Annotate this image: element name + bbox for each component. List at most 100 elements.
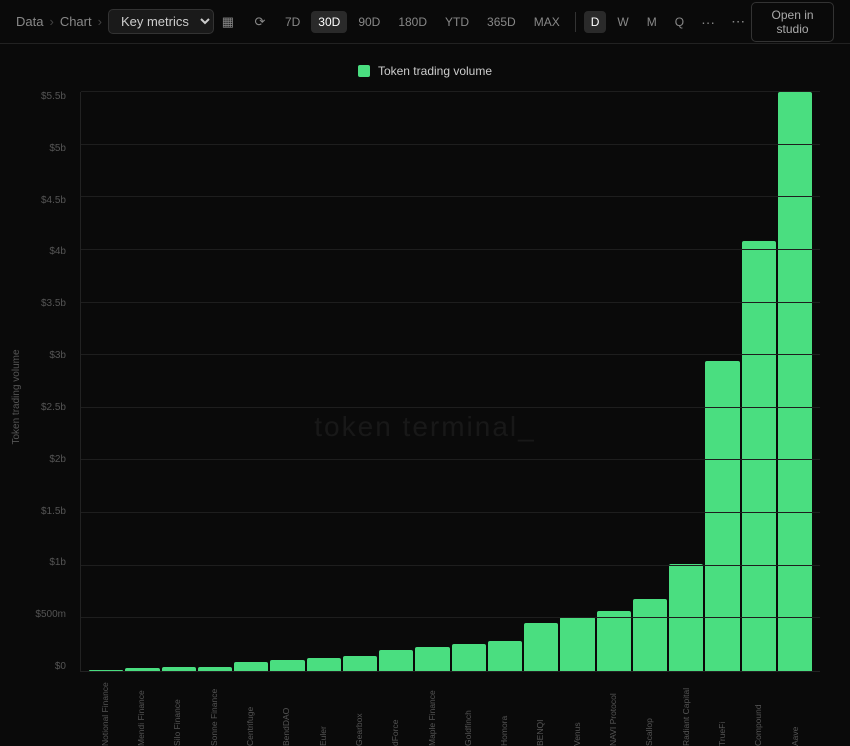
x-axis-label: Silo Finance [173, 676, 182, 746]
gran-m[interactable]: M [640, 11, 664, 33]
x-axis-label: Centrifuge [246, 676, 255, 746]
bar[interactable] [343, 656, 377, 671]
key-metrics-select[interactable]: Key metrics [108, 9, 214, 34]
history-icon[interactable]: ⟳ [246, 8, 274, 36]
period-365d[interactable]: 365D [480, 11, 523, 33]
breadcrumb-sep1: › [49, 14, 53, 29]
bar-wrapper [307, 92, 341, 671]
period-7d[interactable]: 7D [278, 11, 307, 33]
x-label-wrapper: NAVI Protocol [596, 676, 630, 746]
bar[interactable] [379, 650, 413, 671]
bar-wrapper [488, 92, 522, 671]
bar[interactable] [488, 641, 522, 671]
top-nav: Data › Chart › Key metrics ▦ ⟳ 7D 30D 90… [0, 0, 850, 44]
bar[interactable] [198, 667, 232, 671]
grid-line [81, 249, 820, 250]
x-axis-label: Maple Finance [428, 676, 437, 746]
x-axis-label: Euler [319, 676, 328, 746]
y-axis-label: $0 [55, 662, 66, 672]
x-label-wrapper: Mendi Finance [124, 676, 158, 746]
bar-wrapper [452, 92, 486, 671]
y-axis-title: Token trading volume [11, 349, 22, 444]
bar[interactable] [162, 667, 196, 671]
x-axis-label: Venus [573, 676, 582, 746]
bar[interactable] [89, 670, 123, 671]
x-label-wrapper: Notional Finance [88, 676, 122, 746]
y-axis-label: $5b [49, 144, 66, 154]
bar-wrapper [379, 92, 413, 671]
bar[interactable] [415, 647, 449, 671]
x-label-wrapper: Silo Finance [161, 676, 195, 746]
x-label-wrapper: BendDAO [269, 676, 303, 746]
x-axis-label: Goldfinch [464, 676, 473, 746]
grid-line [81, 617, 820, 618]
x-label-wrapper: TrueFi [705, 676, 739, 746]
x-axis: Notional FinanceMendi FinanceSilo Financ… [80, 672, 820, 702]
bar[interactable] [633, 599, 667, 671]
chart-type-icon[interactable]: ▦ [214, 8, 242, 36]
period-180d[interactable]: 180D [391, 11, 434, 33]
x-label-wrapper: Radiant Capital [669, 676, 703, 746]
breadcrumb-chart: Chart [60, 14, 92, 29]
x-label-wrapper: Aave [778, 676, 812, 746]
grid-line [81, 144, 820, 145]
bar[interactable] [307, 658, 341, 671]
gran-d[interactable]: D [584, 11, 607, 33]
time-controls: ▦ ⟳ 7D 30D 90D 180D YTD 365D MAX D W M Q… [214, 8, 751, 36]
period-30d[interactable]: 30D [311, 11, 347, 33]
breadcrumb-data: Data [16, 14, 43, 29]
x-axis-label: BENQI [536, 676, 545, 746]
x-axis-label: TrueFi [718, 676, 727, 746]
bar-wrapper [343, 92, 377, 671]
divider [575, 12, 576, 32]
bar[interactable] [560, 617, 594, 671]
bar-wrapper [705, 92, 739, 671]
grid-line [81, 512, 820, 513]
bar[interactable] [125, 668, 159, 671]
bar[interactable] [234, 662, 268, 671]
y-axis-label: $4.5b [41, 196, 66, 206]
bar[interactable] [524, 623, 558, 671]
period-90d[interactable]: 90D [351, 11, 387, 33]
bar[interactable] [778, 92, 812, 671]
bar[interactable] [742, 241, 776, 671]
bar-wrapper [560, 92, 594, 671]
x-label-wrapper: Homora [487, 676, 521, 746]
bar[interactable] [270, 660, 304, 671]
y-axis-label: $5.5b [41, 92, 66, 102]
x-axis-label: Scallop [645, 676, 654, 746]
more-options-icon[interactable]: ··· [695, 10, 721, 34]
open-studio-button[interactable]: Open in studio [751, 2, 834, 42]
x-label-wrapper: Goldfinch [451, 676, 485, 746]
x-label-wrapper: Euler [306, 676, 340, 746]
x-label-wrapper: Maple Finance [415, 676, 449, 746]
y-axis-label: $3.5b [41, 299, 66, 309]
extra-options-icon[interactable]: ⋯ [725, 9, 751, 34]
bars-container [81, 92, 820, 671]
plot-area [80, 92, 820, 672]
period-ytd[interactable]: YTD [438, 11, 476, 33]
x-axis-label: Mendi Finance [137, 676, 146, 746]
legend-color [358, 65, 370, 77]
x-axis-label: Notional Finance [101, 676, 110, 746]
legend-label: Token trading volume [378, 64, 492, 78]
y-axis-label: $2.5b [41, 403, 66, 413]
y-axis-label: $1b [49, 558, 66, 568]
y-axis-label: $3b [49, 351, 66, 361]
bar-wrapper [125, 92, 159, 671]
bar-wrapper [742, 92, 776, 671]
x-label-wrapper: Venus [560, 676, 594, 746]
gran-w[interactable]: W [610, 11, 635, 33]
x-axis-label: Radiant Capital [682, 676, 691, 746]
grid-line [81, 565, 820, 566]
grid-line [81, 407, 820, 408]
x-label-wrapper: Sonne Finance [197, 676, 231, 746]
bar[interactable] [452, 644, 486, 671]
gran-q[interactable]: Q [668, 11, 691, 33]
bar[interactable] [597, 611, 631, 671]
y-axis-label: $500m [35, 610, 66, 620]
period-max[interactable]: MAX [527, 11, 567, 33]
x-label-wrapper: Scallop [632, 676, 666, 746]
bar-wrapper [234, 92, 268, 671]
grid-line [81, 459, 820, 460]
